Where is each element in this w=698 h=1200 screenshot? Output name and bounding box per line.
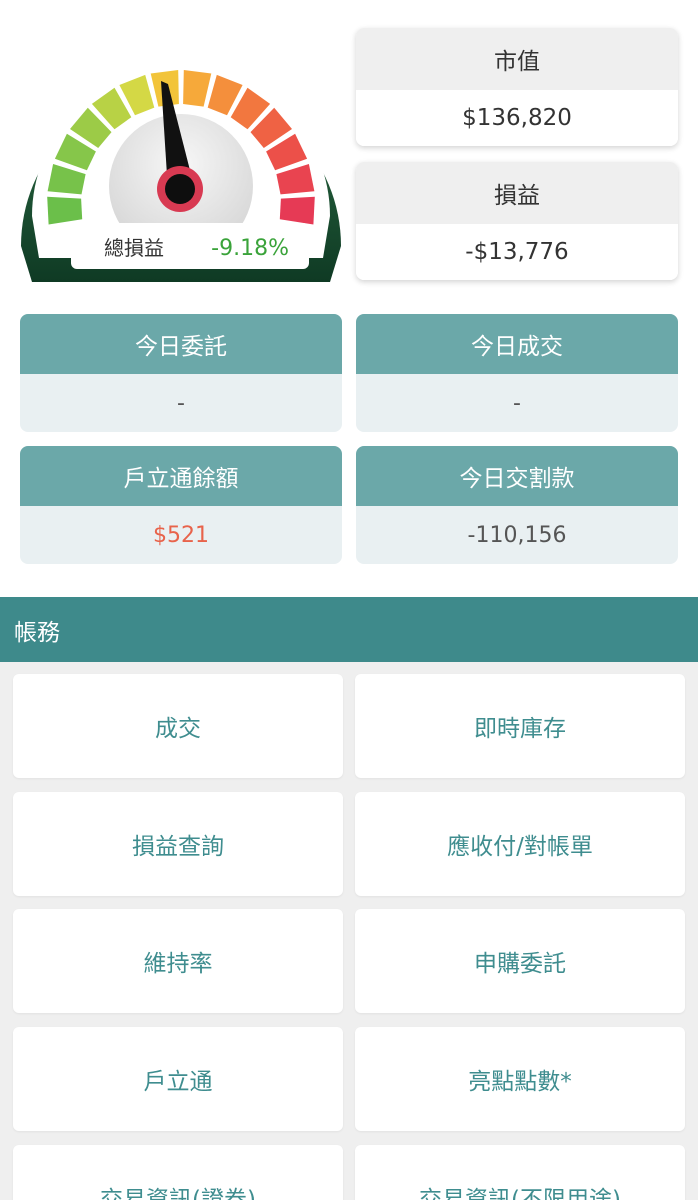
menu-subscription-order-button[interactable]: 申購委託 <box>355 909 685 1013</box>
account-balance-card[interactable]: 戶立通餘額 $521 <box>20 446 342 564</box>
today-settlement-card[interactable]: 今日交割款 -110,156 <box>356 446 678 564</box>
total-pnl-gauge: 總損益 -9.18% <box>18 26 344 284</box>
top-summary-area: 總損益 -9.18% 市值 $136,820 損益 -$13,776 今日委託 … <box>0 0 698 597</box>
today-trades-label: 今日成交 <box>356 314 678 374</box>
today-orders-value: - <box>20 374 342 432</box>
market-value-card: 市值 $136,820 <box>356 28 678 146</box>
gauge-value: -9.18% <box>211 236 289 261</box>
menu-trade-info-unrestricted-button[interactable]: 交易資訊(不限用途) <box>355 1145 685 1200</box>
menu-pnl-query-button[interactable]: 損益查詢 <box>13 792 343 896</box>
account-balance-value: $521 <box>20 506 342 564</box>
today-settlement-label: 今日交割款 <box>356 446 678 506</box>
today-trades-card[interactable]: 今日成交 - <box>356 314 678 432</box>
menu-maintenance-rate-button[interactable]: 維持率 <box>13 909 343 1013</box>
today-orders-label: 今日委託 <box>20 314 342 374</box>
menu-trades-button[interactable]: 成交 <box>13 674 343 778</box>
menu-trade-info-securities-button[interactable]: 交易資訊(證券) <box>13 1145 343 1200</box>
today-orders-card[interactable]: 今日委託 - <box>20 314 342 432</box>
market-value-label: 市值 <box>356 28 678 90</box>
menu-points-button[interactable]: 亮點點數* <box>355 1027 685 1131</box>
menu-statement-button[interactable]: 應收付/對帳單 <box>355 792 685 896</box>
menu-realtime-inventory-button[interactable]: 即時庫存 <box>355 674 685 778</box>
account-balance-label: 戶立通餘額 <box>20 446 342 506</box>
accounting-section-header: 帳務 <box>0 597 698 662</box>
today-trades-value: - <box>356 374 678 432</box>
pnl-label: 損益 <box>356 162 678 224</box>
market-value-amount: $136,820 <box>356 90 678 146</box>
gauge-label: 總損益 <box>104 236 164 260</box>
pnl-amount: -$13,776 <box>356 224 678 280</box>
accounting-menu: 成交 即時庫存 損益查詢 應收付/對帳單 維持率 申購委託 戶立通 亮點點數* … <box>0 662 698 1200</box>
gauge-graphic: 總損益 -9.18% <box>21 67 341 282</box>
pnl-card: 損益 -$13,776 <box>356 162 678 280</box>
today-settlement-value: -110,156 <box>356 506 678 564</box>
menu-account-link-button[interactable]: 戶立通 <box>13 1027 343 1131</box>
